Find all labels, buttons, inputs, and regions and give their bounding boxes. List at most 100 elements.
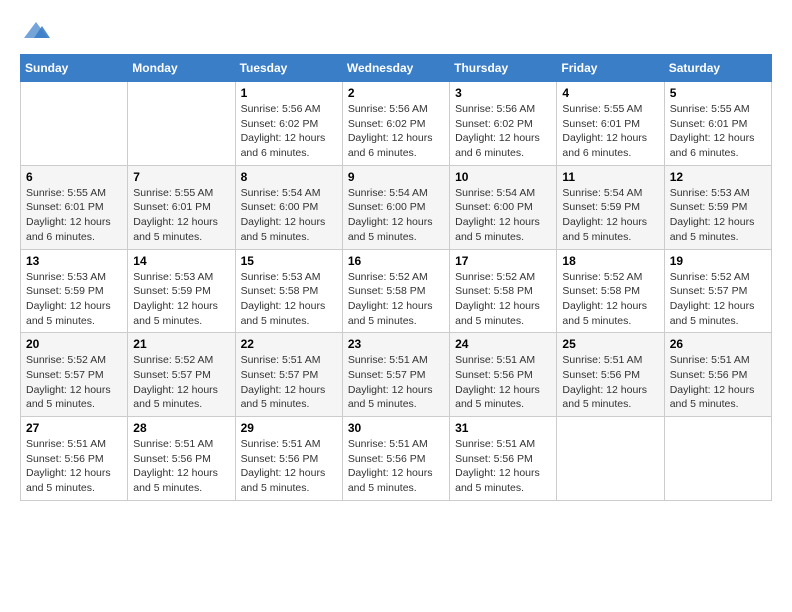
calendar-cell: 22 Sunrise: 5:51 AM Sunset: 5:57 PM Dayli… (235, 333, 342, 417)
day-info: Sunrise: 5:53 AM Sunset: 5:59 PM Dayligh… (670, 186, 766, 245)
day-number: 25 (562, 337, 658, 351)
day-number: 3 (455, 86, 551, 100)
header-tuesday: Tuesday (235, 55, 342, 82)
day-number: 26 (670, 337, 766, 351)
calendar-cell: 15Sunrise: 5:53 AM Sunset: 5:58 PM Dayli… (235, 249, 342, 333)
week-row-4: 27 Sunrise: 5:51 AM Sunset: 5:56 PM Dayli… (21, 417, 772, 501)
day-number: 4 (562, 86, 658, 100)
day-number: 1 (241, 86, 337, 100)
day-info: Sunrise: 5:51 AM Sunset: 5:56 PM Dayligh… (455, 437, 551, 496)
day-info: Sunrise: 5:52 AM Sunset: 5:58 PM Dayligh… (348, 270, 444, 329)
calendar-cell: 28 Sunrise: 5:51 AM Sunset: 5:56 PM Dayli… (128, 417, 235, 501)
header-monday: Monday (128, 55, 235, 82)
week-row-0: 1 Sunrise: 5:56 AM Sunset: 6:02 PM Daylig… (21, 82, 772, 166)
calendar-cell: 14 Sunrise: 5:53 AM Sunset: 5:59 PM Dayli… (128, 249, 235, 333)
day-info: Sunrise: 5:53 AM Sunset: 5:59 PM Dayligh… (133, 270, 229, 329)
day-info: Sunrise: 5:51 AM Sunset: 5:56 PM Dayligh… (455, 353, 551, 412)
day-info: Sunrise: 5:54 AM Sunset: 5:59 PM Dayligh… (562, 186, 658, 245)
calendar-cell (664, 417, 771, 501)
calendar-cell: 31Sunrise: 5:51 AM Sunset: 5:56 PM Dayli… (450, 417, 557, 501)
calendar-cell: 16 Sunrise: 5:52 AM Sunset: 5:58 PM Dayli… (342, 249, 449, 333)
day-info: Sunrise: 5:56 AM Sunset: 6:02 PM Dayligh… (348, 102, 444, 161)
calendar-cell: 17Sunrise: 5:52 AM Sunset: 5:58 PM Dayli… (450, 249, 557, 333)
calendar-cell (557, 417, 664, 501)
day-number: 20 (26, 337, 122, 351)
day-info: Sunrise: 5:55 AM Sunset: 6:01 PM Dayligh… (26, 186, 122, 245)
day-info: Sunrise: 5:51 AM Sunset: 5:56 PM Dayligh… (670, 353, 766, 412)
day-info: Sunrise: 5:51 AM Sunset: 5:57 PM Dayligh… (241, 353, 337, 412)
day-number: 29 (241, 421, 337, 435)
day-number: 2 (348, 86, 444, 100)
day-info: Sunrise: 5:51 AM Sunset: 5:56 PM Dayligh… (562, 353, 658, 412)
day-info: Sunrise: 5:54 AM Sunset: 6:00 PM Dayligh… (241, 186, 337, 245)
day-info: Sunrise: 5:53 AM Sunset: 5:58 PM Dayligh… (241, 270, 337, 329)
page-header (20, 20, 772, 38)
calendar-header-row: SundayMondayTuesdayWednesdayThursdayFrid… (21, 55, 772, 82)
day-info: Sunrise: 5:51 AM Sunset: 5:56 PM Dayligh… (241, 437, 337, 496)
week-row-1: 6 Sunrise: 5:55 AM Sunset: 6:01 PM Daylig… (21, 165, 772, 249)
day-number: 18 (562, 254, 658, 268)
calendar-cell: 2 Sunrise: 5:56 AM Sunset: 6:02 PM Daylig… (342, 82, 449, 166)
day-number: 10 (455, 170, 551, 184)
logo (20, 20, 50, 38)
calendar-cell: 9 Sunrise: 5:54 AM Sunset: 6:00 PM Daylig… (342, 165, 449, 249)
day-info: Sunrise: 5:56 AM Sunset: 6:02 PM Dayligh… (455, 102, 551, 161)
day-number: 24 (455, 337, 551, 351)
day-info: Sunrise: 5:56 AM Sunset: 6:02 PM Dayligh… (241, 102, 337, 161)
calendar-cell: 21Sunrise: 5:52 AM Sunset: 5:57 PM Dayli… (128, 333, 235, 417)
day-number: 14 (133, 254, 229, 268)
day-info: Sunrise: 5:51 AM Sunset: 5:56 PM Dayligh… (348, 437, 444, 496)
header-friday: Friday (557, 55, 664, 82)
day-info: Sunrise: 5:53 AM Sunset: 5:59 PM Dayligh… (26, 270, 122, 329)
calendar-table: SundayMondayTuesdayWednesdayThursdayFrid… (20, 54, 772, 501)
day-info: Sunrise: 5:52 AM Sunset: 5:57 PM Dayligh… (133, 353, 229, 412)
day-info: Sunrise: 5:52 AM Sunset: 5:58 PM Dayligh… (562, 270, 658, 329)
calendar-cell: 8 Sunrise: 5:54 AM Sunset: 6:00 PM Daylig… (235, 165, 342, 249)
day-info: Sunrise: 5:54 AM Sunset: 6:00 PM Dayligh… (348, 186, 444, 245)
calendar-cell: 7 Sunrise: 5:55 AM Sunset: 6:01 PM Daylig… (128, 165, 235, 249)
calendar-cell: 20 Sunrise: 5:52 AM Sunset: 5:57 PM Dayli… (21, 333, 128, 417)
header-wednesday: Wednesday (342, 55, 449, 82)
day-number: 22 (241, 337, 337, 351)
week-row-3: 20 Sunrise: 5:52 AM Sunset: 5:57 PM Dayli… (21, 333, 772, 417)
calendar-cell: 26 Sunrise: 5:51 AM Sunset: 5:56 PM Dayli… (664, 333, 771, 417)
header-thursday: Thursday (450, 55, 557, 82)
day-number: 8 (241, 170, 337, 184)
day-info: Sunrise: 5:51 AM Sunset: 5:56 PM Dayligh… (133, 437, 229, 496)
day-number: 28 (133, 421, 229, 435)
calendar-cell: 23 Sunrise: 5:51 AM Sunset: 5:57 PM Dayli… (342, 333, 449, 417)
calendar-cell: 3 Sunrise: 5:56 AM Sunset: 6:02 PM Daylig… (450, 82, 557, 166)
day-number: 7 (133, 170, 229, 184)
calendar-cell: 11Sunrise: 5:54 AM Sunset: 5:59 PM Dayli… (557, 165, 664, 249)
calendar-cell: 4 Sunrise: 5:55 AM Sunset: 6:01 PM Daylig… (557, 82, 664, 166)
calendar-cell (21, 82, 128, 166)
day-number: 5 (670, 86, 766, 100)
day-number: 6 (26, 170, 122, 184)
day-number: 23 (348, 337, 444, 351)
header-saturday: Saturday (664, 55, 771, 82)
day-number: 30 (348, 421, 444, 435)
calendar-cell: 18 Sunrise: 5:52 AM Sunset: 5:58 PM Dayli… (557, 249, 664, 333)
calendar-cell: 24 Sunrise: 5:51 AM Sunset: 5:56 PM Dayli… (450, 333, 557, 417)
week-row-2: 13Sunrise: 5:53 AM Sunset: 5:59 PM Dayli… (21, 249, 772, 333)
calendar-cell: 27 Sunrise: 5:51 AM Sunset: 5:56 PM Dayli… (21, 417, 128, 501)
day-info: Sunrise: 5:51 AM Sunset: 5:56 PM Dayligh… (26, 437, 122, 496)
calendar-cell: 6 Sunrise: 5:55 AM Sunset: 6:01 PM Daylig… (21, 165, 128, 249)
day-info: Sunrise: 5:52 AM Sunset: 5:57 PM Dayligh… (26, 353, 122, 412)
day-info: Sunrise: 5:52 AM Sunset: 5:58 PM Dayligh… (455, 270, 551, 329)
calendar-cell: 12 Sunrise: 5:53 AM Sunset: 5:59 PM Dayli… (664, 165, 771, 249)
calendar-cell: 30 Sunrise: 5:51 AM Sunset: 5:56 PM Dayli… (342, 417, 449, 501)
header-sunday: Sunday (21, 55, 128, 82)
day-info: Sunrise: 5:55 AM Sunset: 6:01 PM Dayligh… (562, 102, 658, 161)
day-number: 16 (348, 254, 444, 268)
calendar-cell: 1 Sunrise: 5:56 AM Sunset: 6:02 PM Daylig… (235, 82, 342, 166)
day-number: 27 (26, 421, 122, 435)
day-info: Sunrise: 5:52 AM Sunset: 5:57 PM Dayligh… (670, 270, 766, 329)
day-info: Sunrise: 5:51 AM Sunset: 5:57 PM Dayligh… (348, 353, 444, 412)
calendar-cell: 19Sunrise: 5:52 AM Sunset: 5:57 PM Dayli… (664, 249, 771, 333)
day-number: 9 (348, 170, 444, 184)
calendar-cell: 25 Sunrise: 5:51 AM Sunset: 5:56 PM Dayli… (557, 333, 664, 417)
day-info: Sunrise: 5:55 AM Sunset: 6:01 PM Dayligh… (133, 186, 229, 245)
day-number: 12 (670, 170, 766, 184)
calendar-cell: 5Sunrise: 5:55 AM Sunset: 6:01 PM Daylig… (664, 82, 771, 166)
